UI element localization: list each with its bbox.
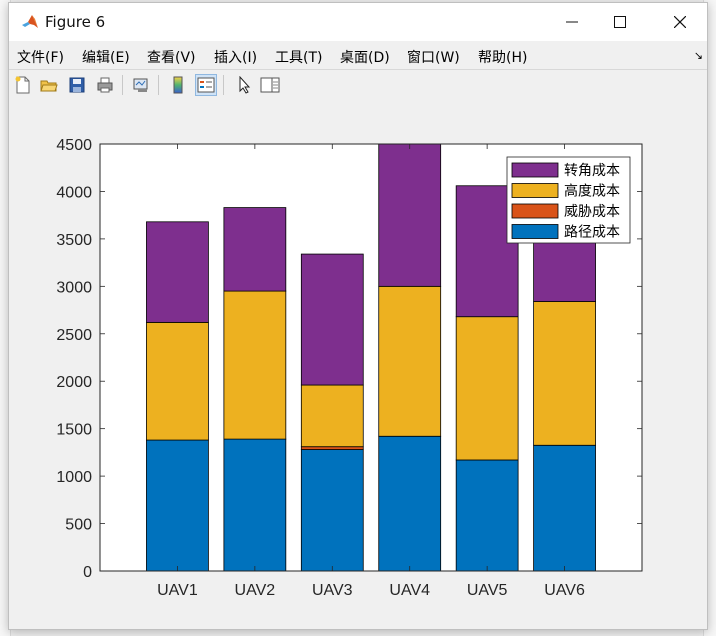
save-icon xyxy=(69,77,85,93)
bar-uav1-series-2[interactable] xyxy=(146,321,209,441)
y-tick-label: 1000 xyxy=(56,469,92,486)
link-plot-icon xyxy=(133,78,148,92)
x-tick-label: UAV5 xyxy=(467,582,508,599)
menu-tools[interactable]: 工具(T) xyxy=(275,47,322,67)
bar-uav1-series-0[interactable] xyxy=(146,439,209,571)
x-tick-label: UAV3 xyxy=(312,582,353,599)
y-tick-label: 4500 xyxy=(56,137,92,154)
bar-uav5-series-2[interactable] xyxy=(455,316,519,461)
legend-swatch xyxy=(511,183,559,198)
menu-bar: 文件(F) 编辑(E) 查看(V) 插入(I) 工具(T) 桌面(D) 窗口(W… xyxy=(9,41,707,69)
bar-uav5-series-0[interactable] xyxy=(455,459,519,571)
legend-swatch xyxy=(511,203,559,219)
link-plot-button[interactable] xyxy=(130,74,152,96)
open-file-button[interactable] xyxy=(38,74,60,96)
menu-desktop[interactable]: 桌面(D) xyxy=(340,47,390,67)
property-inspector-icon xyxy=(260,77,280,93)
matlab-logo-icon xyxy=(22,15,38,28)
insert-colorbar-button[interactable] xyxy=(167,74,189,96)
bar-uav3-series-1[interactable] xyxy=(300,446,364,450)
legend-entry: 路径成本 xyxy=(564,224,620,240)
figure-toolbar xyxy=(9,69,707,101)
menu-overflow-icon[interactable]: ↘ xyxy=(694,49,703,62)
new-figure-icon xyxy=(15,76,30,94)
legend-swatch xyxy=(511,162,559,178)
stacked-bar-chart[interactable]: UAV1 UAV2 UAV3 UAV4 UAV5 UAV6 0 500 1000 1500 2000… xyxy=(9,100,707,629)
print-button[interactable] xyxy=(94,74,116,96)
property-inspector-button[interactable] xyxy=(259,74,281,96)
bar-uav3-series-3[interactable] xyxy=(300,253,364,386)
bar-uav3-series-0[interactable] xyxy=(300,449,364,571)
toolbar-separator xyxy=(122,75,123,95)
maximize-button[interactable] xyxy=(597,3,643,41)
bar-uav4-series-0[interactable] xyxy=(378,435,442,571)
figure-window: Figure 6 文件(F) 编辑(E) 查看(V) 插入(I) 工具(T) 桌… xyxy=(8,2,708,630)
menu-window[interactable]: 窗口(W) xyxy=(407,47,460,67)
bar-uav4-series-3[interactable] xyxy=(378,144,442,287)
y-tick-label: 3000 xyxy=(56,279,92,296)
save-button[interactable] xyxy=(66,74,88,96)
y-tick-label: 1500 xyxy=(56,422,92,439)
legend-entry: 转角成本 xyxy=(564,162,620,178)
bar-uav2-series-2[interactable] xyxy=(223,290,287,440)
y-tick-label: 500 xyxy=(65,517,92,534)
new-figure-button[interactable] xyxy=(12,74,34,96)
y-tick-label: 0 xyxy=(83,564,92,581)
title-bar[interactable]: Figure 6 xyxy=(9,3,707,41)
y-tick-label: 2000 xyxy=(56,374,92,391)
legend-swatch xyxy=(511,224,559,239)
open-file-icon xyxy=(40,80,58,92)
bar-uav2-series-0[interactable] xyxy=(223,438,287,571)
window-title: Figure 6 xyxy=(45,13,106,31)
bar-uav3-series-2[interactable] xyxy=(300,384,364,448)
edit-plot-button[interactable] xyxy=(233,74,255,96)
x-tick-label: UAV6 xyxy=(544,582,585,599)
menu-insert[interactable]: 插入(I) xyxy=(214,47,257,67)
menu-view[interactable]: 查看(V) xyxy=(147,47,196,67)
print-icon xyxy=(97,77,113,93)
x-tick-label: UAV4 xyxy=(389,582,430,599)
bar-uav1-series-3[interactable] xyxy=(146,221,209,323)
y-tick-label: 4000 xyxy=(56,184,92,201)
x-tick-label: UAV1 xyxy=(157,582,198,599)
y-tick-label: 2500 xyxy=(56,327,92,344)
bar-uav2-series-3[interactable] xyxy=(223,207,287,292)
figure-canvas[interactable]: UAV1 UAV2 UAV3 UAV4 UAV5 UAV6 0 500 1000 1500 2000… xyxy=(9,100,707,629)
bar-uav6-series-2[interactable] xyxy=(533,301,596,446)
menu-edit[interactable]: 编辑(E) xyxy=(82,47,130,67)
x-tick-label: UAV2 xyxy=(235,582,276,599)
minimize-icon xyxy=(566,21,578,23)
insert-colorbar-icon xyxy=(173,76,183,94)
legend-entry: 威胁成本 xyxy=(564,203,620,219)
insert-legend-button[interactable] xyxy=(195,74,217,96)
toolbar-separator xyxy=(158,75,159,95)
menu-file[interactable]: 文件(F) xyxy=(17,47,64,67)
toolbar-separator xyxy=(223,75,224,95)
y-tick-label: 3500 xyxy=(56,232,92,249)
bar-uav4-series-2[interactable] xyxy=(378,285,442,437)
menu-help[interactable]: 帮助(H) xyxy=(478,47,527,67)
maximize-icon xyxy=(614,16,626,28)
legend-entry: 高度成本 xyxy=(564,183,620,199)
close-button[interactable] xyxy=(657,3,703,41)
close-icon xyxy=(674,16,686,28)
minimize-button[interactable] xyxy=(549,3,595,41)
edit-plot-icon xyxy=(239,76,251,94)
bar-uav6-series-0[interactable] xyxy=(533,444,596,571)
insert-legend-icon xyxy=(197,77,215,93)
